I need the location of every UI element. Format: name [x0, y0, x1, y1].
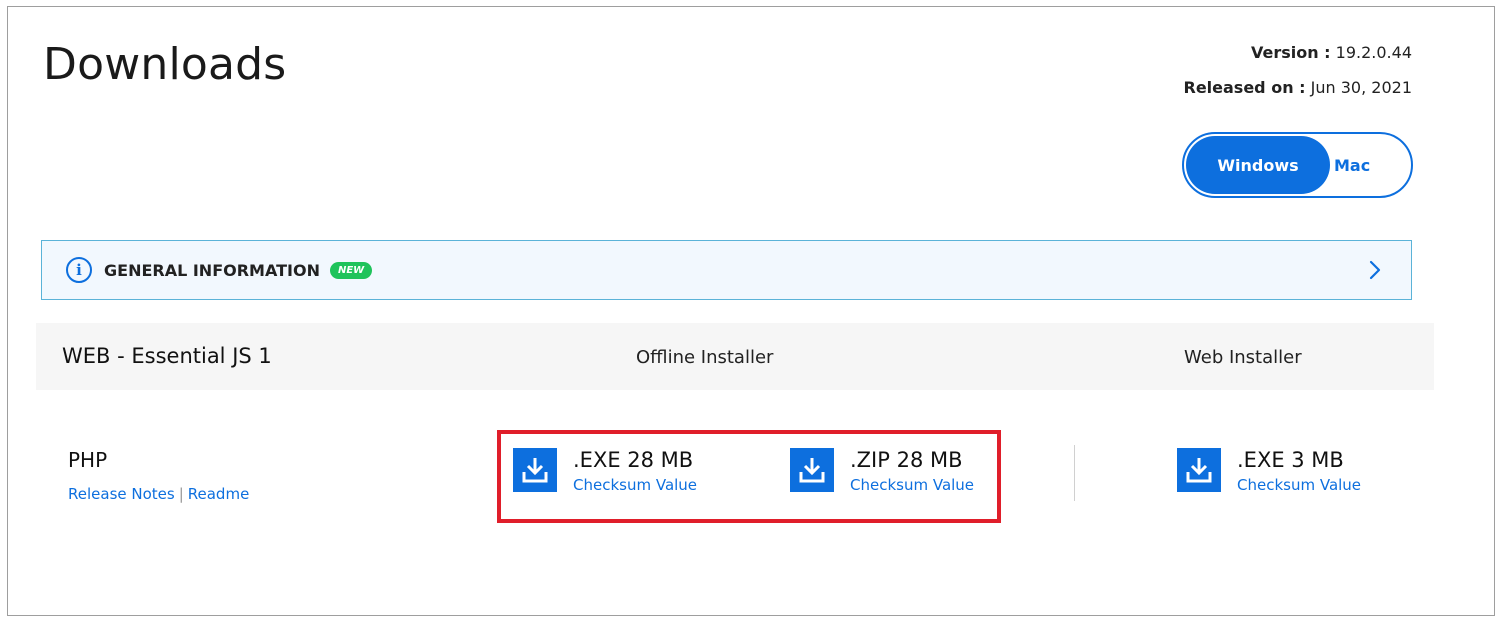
web-exe-size[interactable]: .EXE 3 MB: [1237, 448, 1361, 472]
page-title: Downloads: [43, 39, 287, 90]
download-icon[interactable]: [1177, 448, 1221, 492]
table-header: WEB - Essential JS 1 Offline Installer W…: [36, 323, 1434, 390]
offline-exe-checksum-link[interactable]: Checksum Value: [573, 476, 697, 494]
windows-tab[interactable]: Windows: [1186, 136, 1330, 194]
release-meta: Version : 19.2.0.44 Released on : Jun 30…: [1184, 42, 1413, 112]
platform-links: Release Notes | Readme: [68, 485, 249, 503]
offline-exe-size[interactable]: .EXE 28 MB: [573, 448, 697, 472]
os-toggle: Windows Mac: [1182, 132, 1413, 198]
version-value: 19.2.0.44: [1335, 43, 1412, 62]
product-title: WEB - Essential JS 1: [62, 344, 272, 368]
offline-installer-header: Offline Installer: [636, 347, 774, 368]
general-information-bar[interactable]: i GENERAL INFORMATION NEW: [41, 240, 1412, 300]
chevron-right-icon[interactable]: [1365, 259, 1385, 281]
web-exe-checksum-link[interactable]: Checksum Value: [1237, 476, 1361, 494]
readme-link[interactable]: Readme: [188, 485, 250, 503]
new-badge: NEW: [329, 261, 373, 279]
column-divider: [1074, 445, 1075, 501]
released-value: Jun 30, 2021: [1310, 78, 1412, 97]
offline-zip-checksum-link[interactable]: Checksum Value: [850, 476, 974, 494]
web-installer-header: Web Installer: [1184, 347, 1302, 368]
offline-exe-download: .EXE 28 MB Checksum Value: [513, 448, 697, 494]
released-label: Released on :: [1183, 78, 1306, 97]
download-icon[interactable]: [513, 448, 557, 492]
info-icon: i: [66, 257, 92, 283]
link-separator: |: [178, 485, 184, 503]
web-exe-download: .EXE 3 MB Checksum Value: [1177, 448, 1361, 494]
download-icon[interactable]: [790, 448, 834, 492]
platform-name: PHP: [68, 448, 108, 472]
offline-zip-size[interactable]: .ZIP 28 MB: [850, 448, 974, 472]
release-notes-link[interactable]: Release Notes: [68, 485, 175, 503]
version-label: Version :: [1250, 43, 1331, 62]
downloads-panel: Downloads Version : 19.2.0.44 Released o…: [7, 6, 1495, 616]
general-information-label: GENERAL INFORMATION: [104, 260, 320, 280]
offline-zip-download: .ZIP 28 MB Checksum Value: [790, 448, 974, 494]
mac-tab[interactable]: Mac: [1330, 136, 1390, 194]
